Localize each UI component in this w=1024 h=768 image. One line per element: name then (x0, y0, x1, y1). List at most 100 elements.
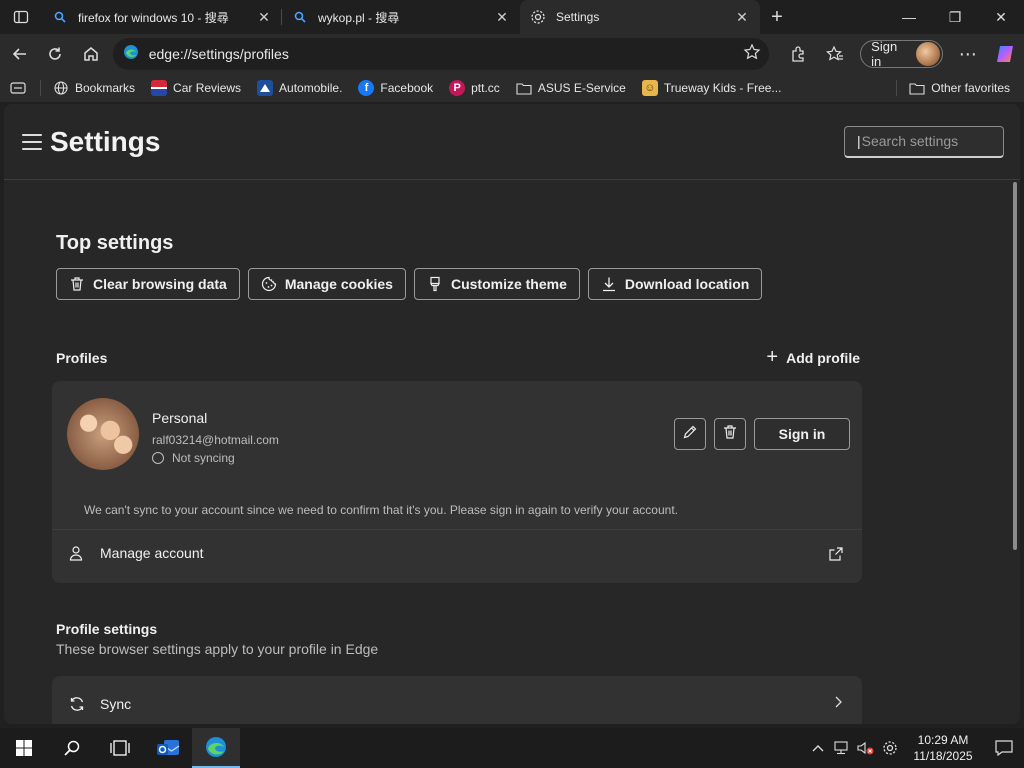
profile-email: ralf03214@hotmail.com (152, 433, 279, 447)
download-location-button[interactable]: Download location (587, 268, 763, 300)
favorite-label: ptt.cc (471, 81, 500, 95)
favorite-bookmarks[interactable]: Bookmarks (45, 74, 143, 102)
tab-firefox-search[interactable]: firefox for windows 10 - 搜尋 ✕ (42, 0, 282, 34)
profiles-header: Profiles + Add profile (56, 346, 866, 369)
edge-logo-icon (123, 44, 139, 65)
flag-icon (151, 80, 168, 96)
favorites-bar: Bookmarks Car Reviews Automobile. f Face… (0, 74, 1024, 102)
tab-settings[interactable]: Settings ✕ (520, 0, 760, 34)
settings-header: Settings | Search settings (4, 104, 1020, 180)
search-icon (52, 9, 68, 25)
avatar (67, 398, 139, 470)
other-favorites[interactable]: Other favorites (901, 80, 1024, 96)
new-tab-button[interactable]: + (760, 0, 794, 34)
favorite-automobile[interactable]: Automobile. (249, 74, 350, 102)
favorite-ptt[interactable]: P ptt.cc (441, 74, 508, 102)
window-controls: — ❐ ✕ (886, 0, 1024, 34)
avatar (916, 42, 940, 66)
home-icon[interactable] (73, 38, 109, 70)
windows-start-icon[interactable] (0, 728, 48, 768)
menu-icon[interactable] (22, 133, 42, 150)
plus-icon: + (766, 346, 779, 368)
settings-gear-icon[interactable] (878, 728, 902, 768)
network-icon[interactable] (830, 728, 854, 768)
sign-in-label: Sign in (871, 39, 898, 69)
favorite-label: Bookmarks (75, 81, 136, 95)
notifications-icon[interactable] (984, 728, 1024, 768)
url-text[interactable]: edge://settings/profiles (149, 46, 743, 62)
address-bar[interactable]: edge://settings/profiles (112, 38, 770, 70)
chevron-right-icon (832, 695, 844, 713)
external-link-icon[interactable] (828, 546, 844, 562)
favorite-trueway-kids[interactable]: ☺ Trueway Kids - Free... (634, 74, 790, 102)
favorite-label: Trueway Kids - Free... (663, 81, 782, 95)
close-icon[interactable]: ✕ (734, 9, 750, 25)
kids-icon: ☺ (641, 80, 658, 96)
outlook-icon[interactable] (144, 728, 192, 768)
edit-profile-button[interactable] (674, 418, 706, 450)
divider (40, 80, 41, 96)
sync-off-icon (152, 452, 164, 464)
person-icon (68, 545, 84, 561)
date: 11/18/2025 (913, 749, 973, 763)
customize-theme-button[interactable]: Customize theme (413, 268, 580, 300)
clear-browsing-data-button[interactable]: Clear browsing data (56, 268, 240, 300)
tab-actions-icon[interactable] (0, 0, 42, 34)
chevron-up-icon[interactable] (806, 728, 830, 768)
scrollbar-thumb[interactable] (1013, 182, 1017, 550)
reading-view-icon[interactable] (0, 74, 36, 102)
favorite-label: ASUS E-Service (537, 81, 626, 95)
trash-icon (69, 276, 85, 292)
refresh-icon[interactable] (38, 38, 74, 70)
favorites-icon[interactable] (817, 38, 855, 70)
search-placeholder: Search settings (861, 133, 959, 149)
profile-card: Personal ralf03214@hotmail.com Not synci… (52, 381, 862, 583)
minimize-icon[interactable]: — (886, 0, 932, 34)
favorite-asus-eservice[interactable]: ASUS E-Service (508, 74, 634, 102)
profile-sign-in-button[interactable]: Sign in (754, 418, 850, 450)
manage-account-link[interactable]: Manage account (68, 545, 204, 561)
extensions-icon[interactable] (779, 38, 817, 70)
restore-icon[interactable]: ❐ (932, 0, 978, 34)
search-settings-input[interactable]: | Search settings (844, 125, 1004, 158)
tab-label: firefox for windows 10 - 搜尋 (78, 10, 229, 25)
favorite-label: Car Reviews (173, 81, 242, 95)
divider (52, 529, 862, 530)
more-options-icon[interactable]: ⋯ (949, 38, 987, 70)
scrollbar[interactable] (1012, 182, 1018, 722)
cookie-icon (261, 276, 277, 292)
sync-status: Not syncing (152, 451, 235, 465)
pencil-icon (682, 424, 698, 445)
favorite-facebook[interactable]: f Facebook (350, 74, 441, 102)
sync-row[interactable]: Sync (52, 676, 862, 724)
tab-label: Settings (556, 10, 600, 24)
search-icon[interactable] (48, 728, 96, 768)
favorite-label: Facebook (380, 81, 434, 95)
profiles-heading: Profiles (56, 349, 108, 366)
profile-settings-heading: Profile settings (56, 621, 158, 637)
search-icon (292, 9, 308, 25)
settings-content: Top settings Clear browsing data Manage … (52, 182, 866, 724)
edge-taskbar-icon[interactable] (192, 728, 240, 768)
task-view-icon[interactable] (96, 728, 144, 768)
close-icon[interactable]: ✕ (256, 9, 272, 25)
delete-profile-button[interactable] (714, 418, 746, 450)
close-window-icon[interactable]: ✕ (978, 0, 1024, 34)
trash-icon (722, 424, 738, 445)
clock[interactable]: 10:29 AM 11/18/2025 (908, 732, 978, 764)
tab-wykop-search[interactable]: wykop.pl - 搜尋 ✕ (282, 0, 520, 34)
close-icon[interactable]: ✕ (494, 9, 510, 25)
triangle-icon (257, 80, 274, 96)
manage-cookies-button[interactable]: Manage cookies (247, 268, 406, 300)
back-icon[interactable] (2, 38, 38, 70)
volume-muted-icon[interactable] (854, 728, 878, 768)
other-favorites-label: Other favorites (931, 81, 1010, 95)
add-profile-button[interactable]: + Add profile (766, 346, 860, 369)
taskbar: 10:29 AM 11/18/2025 (0, 728, 1024, 768)
folder-icon (516, 80, 532, 96)
favorite-car-reviews[interactable]: Car Reviews (143, 74, 249, 102)
profile-name: Personal (152, 410, 208, 426)
profile-sign-in-button[interactable]: Sign in (860, 39, 943, 69)
favorite-star-icon[interactable] (743, 43, 761, 66)
copilot-icon[interactable] (986, 38, 1024, 70)
